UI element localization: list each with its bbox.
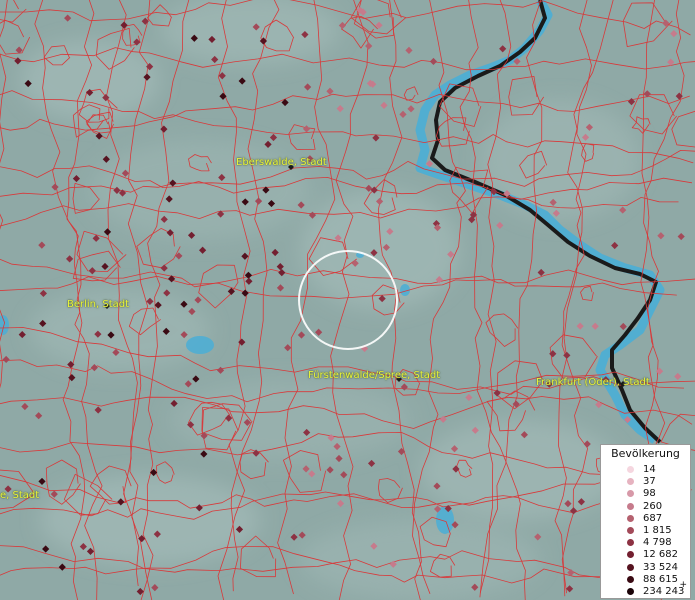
city-label-fuerstenwalde: Fürstenwalde/Spree, Stadt	[308, 370, 441, 381]
legend-swatch	[627, 588, 634, 595]
legend-row: 4 798	[601, 537, 690, 549]
legend-swatch	[627, 527, 634, 534]
legend-swatch	[627, 563, 634, 571]
city-label-eberswalde: Eberswalde, Stadt	[236, 157, 327, 168]
legend-label: 98	[643, 488, 656, 500]
legend-label: 88 615	[643, 573, 678, 585]
legend-swatch	[627, 539, 634, 547]
legend-row: 33 524	[601, 562, 690, 574]
legend-swatch	[627, 478, 634, 486]
legend-row: 1 815	[601, 525, 690, 537]
legend-swatch	[627, 502, 634, 510]
legend-swatch	[627, 575, 634, 583]
legend-swatch	[627, 514, 634, 522]
legend-title: Bevölkerung	[611, 447, 680, 460]
legend-swatch	[627, 466, 634, 473]
legend-row: 12 682	[601, 549, 690, 561]
legend-label: 14	[643, 464, 656, 475]
legend-row: 14	[601, 464, 690, 476]
city-label-frankfurt: Frankfurt (Oder), Stadt	[536, 377, 650, 388]
legend-swatch	[627, 551, 634, 559]
legend-label: 260	[643, 500, 663, 512]
legend-swatch	[627, 490, 634, 498]
legend-label: 234 243	[643, 586, 685, 597]
population-legend: Bevölkerung 14 37 98 260 687 1 815 4 798 12 682…	[600, 444, 691, 599]
legend-plus-sign: +	[679, 580, 687, 590]
legend-row: 260	[601, 501, 690, 513]
legend-row: 88 615	[601, 574, 690, 586]
legend-row: 98	[601, 488, 690, 500]
city-label-left-cut: e, Stadt	[0, 490, 40, 501]
city-label-berlin: Berlin, Stadt	[67, 299, 130, 310]
legend-row: 37	[601, 476, 690, 488]
legend-label: 4 798	[643, 537, 672, 549]
legend-label: 687	[643, 512, 663, 524]
legend-label: 1 815	[643, 525, 672, 536]
legend-row: 234 243	[601, 586, 690, 598]
legend-label: 12 682	[643, 549, 678, 561]
legend-row: 687	[601, 513, 690, 525]
legend-label: 33 524	[643, 561, 678, 573]
legend-label: 37	[643, 476, 656, 488]
